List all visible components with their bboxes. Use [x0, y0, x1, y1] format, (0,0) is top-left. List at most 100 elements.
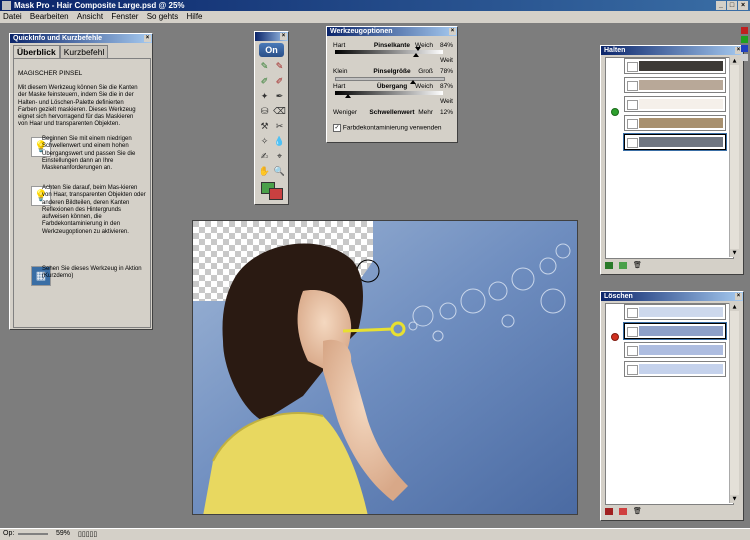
duplicate-swatch-icon[interactable]: [619, 262, 627, 269]
keep-swatch[interactable]: [624, 96, 726, 112]
zoom-value: 59%: [56, 530, 71, 537]
drop-swatch[interactable]: [624, 304, 726, 320]
keep-palette-title[interactable]: Halten ×: [601, 46, 743, 55]
onone-logo: On: [259, 43, 284, 57]
drop-brush-icon[interactable]: ✐: [273, 76, 286, 89]
pinselgrosse-slider[interactable]: [335, 77, 445, 84]
drop-palette-title[interactable]: Löschen ×: [601, 292, 743, 301]
app-icon: [2, 1, 11, 10]
green-channel-icon[interactable]: [741, 36, 748, 43]
drop-scrollbar[interactable]: ▲ ▼: [729, 303, 739, 503]
tip-text-2: Achten Sie darauf, beim Mas-kieren von H…: [42, 185, 146, 235]
scroll-up-icon[interactable]: ▲: [730, 303, 739, 311]
keep-swatch[interactable]: [623, 133, 727, 151]
label-pinselkante: Pinselkante: [373, 42, 411, 49]
quickinfo-title[interactable]: QuickInfo und Kurzbefehle ×: [10, 34, 152, 43]
selection-pen-icon[interactable]: ⌖: [273, 151, 286, 164]
checkbox-box[interactable]: ✓: [333, 124, 341, 132]
drop-swatch[interactable]: [624, 342, 726, 358]
close-icon[interactable]: ×: [144, 35, 151, 42]
checkbox-label: Farbdekontaminierung verwenden: [342, 124, 442, 132]
value-pinselkante: 84%: [439, 42, 453, 49]
menu-datei[interactable]: Datei: [0, 11, 25, 23]
slider-thumb[interactable]: [415, 47, 421, 51]
close-button[interactable]: ×: [738, 1, 748, 10]
tip-text-1: Beginnen Sie mit einem niedrigen Schwell…: [42, 136, 136, 172]
menu-hilfe[interactable]: Hilfe: [184, 11, 206, 23]
pen-icon[interactable]: ✍: [258, 151, 271, 164]
keep-scrollbar[interactable]: ▲ ▼: [729, 57, 739, 257]
chisel-icon[interactable]: ⚒: [258, 121, 271, 134]
opacity-label: Op:: [3, 530, 15, 537]
eraser-icon[interactable]: ⌫: [273, 106, 286, 119]
keep-swatch[interactable]: [624, 58, 726, 74]
blur-icon[interactable]: ✂: [273, 121, 286, 134]
keep-swatch[interactable]: [624, 115, 726, 131]
label-mehr: Mehr: [418, 109, 433, 116]
opacity-slider[interactable]: [18, 533, 48, 535]
scroll-up-icon[interactable]: ▲: [730, 57, 739, 65]
menu-bearbeiten[interactable]: Bearbeiten: [27, 11, 72, 23]
window-title: Mask Pro - Hair Composite Large.psd @ 25…: [14, 1, 185, 10]
keep-swatch-list: [605, 57, 734, 259]
label-weit: Weit: [440, 98, 453, 105]
close-icon[interactable]: ×: [735, 293, 742, 300]
keep-swatch[interactable]: [624, 77, 726, 93]
label-weit: Weit: [440, 57, 453, 64]
close-icon[interactable]: ×: [449, 28, 456, 35]
scroll-down-icon[interactable]: ▼: [730, 249, 739, 257]
tool-heading: MAGISCHER PINSEL: [18, 70, 83, 77]
tab-uberblick[interactable]: Überblick: [13, 45, 60, 58]
zoom-icon[interactable]: 🔍: [273, 166, 286, 179]
drop-colors-palette: Löschen × ▲ ▼ 🗑: [600, 291, 744, 521]
bucket-icon[interactable]: ⛁: [258, 106, 271, 119]
drop-swatch[interactable]: [624, 361, 726, 377]
image-canvas[interactable]: [192, 220, 578, 515]
view-icon[interactable]: [741, 54, 748, 61]
drop-swatch-list: [605, 303, 734, 505]
menu-fenster[interactable]: Fenster: [108, 11, 141, 23]
new-swatch-icon[interactable]: [605, 508, 613, 515]
new-swatch-icon[interactable]: [605, 262, 613, 269]
value-ubergang: 87%: [439, 83, 453, 90]
red-channel-icon[interactable]: [741, 27, 748, 34]
scroll-down-icon[interactable]: ▼: [730, 495, 739, 503]
label-weich: Weich: [415, 83, 433, 90]
tool-description: Mit diesem Werkzeug können Sie die Kante…: [18, 85, 138, 128]
demo-link[interactable]: Sehen Sie dieses Werkzeug in Aktion (Kur…: [42, 266, 146, 281]
drop-eyedropper-icon[interactable]: ✎: [273, 61, 286, 74]
tool-options-palette: Werkzeugoptionen × Hart Pinselkante Weich…: [326, 26, 458, 143]
drop-color-swatch[interactable]: [269, 188, 283, 200]
trash-icon[interactable]: 🗑: [633, 508, 642, 515]
toolbox-palette: × On ✎ ✎ ✐ ✐ ✦ ✒ ⛁ ⌫ ⚒ ✂ ✧ 💧 ✍ ⌖ ✋ 🔍: [254, 31, 289, 205]
trash-icon[interactable]: 🗑: [633, 262, 642, 269]
label-weniger: Weniger: [333, 109, 358, 116]
menu-so-gehts[interactable]: So gehts: [144, 11, 182, 23]
drop-icon[interactable]: 💧: [273, 136, 286, 149]
menu-ansicht[interactable]: Ansicht: [74, 11, 106, 23]
blue-channel-icon[interactable]: [741, 45, 748, 52]
label-klein: Klein: [333, 68, 348, 75]
close-icon[interactable]: ×: [280, 33, 287, 40]
hand-icon[interactable]: ✋: [258, 166, 271, 179]
tool-options-title[interactable]: Werkzeugoptionen ×: [327, 27, 457, 36]
menubar: Datei Bearbeiten Ansicht Fenster So geht…: [0, 11, 750, 23]
decontaminate-checkbox[interactable]: ✓ Farbdekontaminierung verwenden: [333, 124, 441, 132]
quickinfo-body: MAGISCHER PINSEL Mit diesem Werkzeug kön…: [13, 58, 151, 328]
duplicate-swatch-icon[interactable]: [619, 508, 627, 515]
value-pinselgrosse: 78%: [439, 68, 453, 75]
maximize-button[interactable]: □: [727, 1, 737, 10]
view-mode-icon[interactable]: ▯▯▯▯▯: [78, 530, 97, 538]
magic-pen-icon[interactable]: ✧: [258, 136, 271, 149]
ubergang-slider[interactable]: [335, 91, 443, 98]
keep-brush-icon[interactable]: ✐: [258, 76, 271, 89]
pinselkante-slider[interactable]: [335, 47, 443, 57]
magic-brush-icon[interactable]: ✦: [258, 91, 271, 104]
keep-eyedropper-icon[interactable]: ✎: [258, 61, 271, 74]
label-gross: Groß: [418, 68, 433, 75]
toolbox-title[interactable]: ×: [255, 32, 288, 41]
drop-swatch[interactable]: [623, 322, 727, 340]
tab-kurzbefehl[interactable]: Kurzbefehl: [59, 45, 109, 58]
minimize-button[interactable]: _: [716, 1, 726, 10]
brush-icon[interactable]: ✒: [273, 91, 286, 104]
